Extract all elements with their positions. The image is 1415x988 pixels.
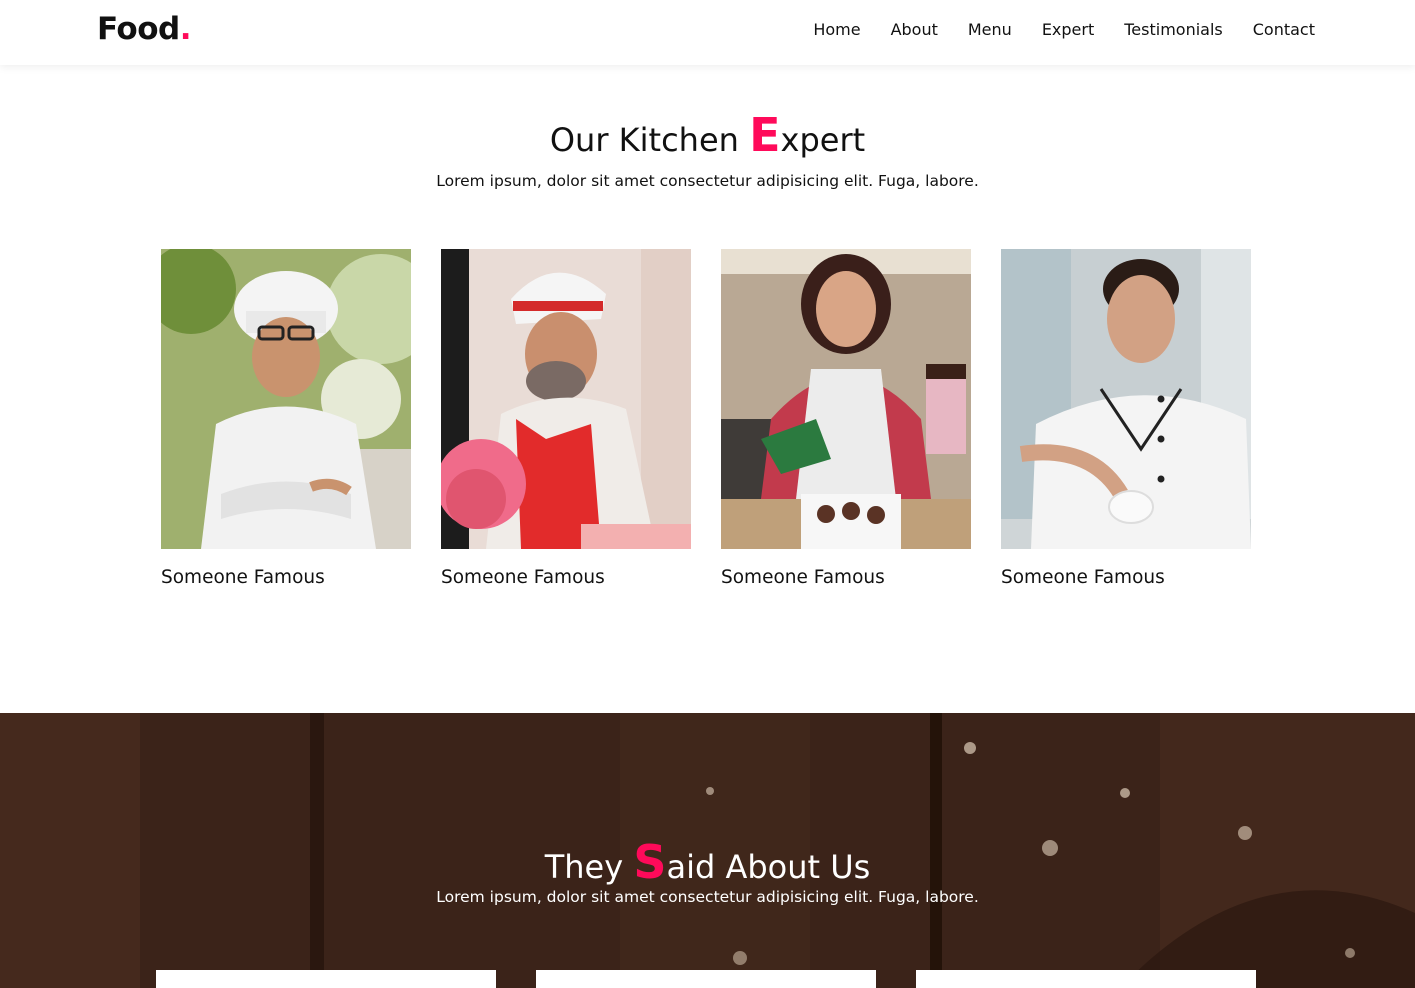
nav-link-menu[interactable]: Menu xyxy=(968,20,1012,39)
navbar: Food. Home About Menu Expert Testimonial… xyxy=(0,0,1415,65)
testimonial-card xyxy=(156,970,496,988)
expert-subtitle: Lorem ipsum, dolor sit amet consectetur … xyxy=(436,172,979,190)
chef-name: Someone Famous xyxy=(161,567,325,588)
chef-card[interactable]: Someone Famous xyxy=(1001,249,1251,588)
chef-card[interactable]: Someone Famous xyxy=(441,249,691,588)
chef-name: Someone Famous xyxy=(441,567,605,588)
nav-link-contact[interactable]: Contact xyxy=(1253,20,1315,39)
testimonials-section: They Said About Us Lorem ipsum, dolor si… xyxy=(0,713,1415,988)
testimonial-card xyxy=(916,970,1256,988)
testimonials-subtitle: Lorem ipsum, dolor sit amet consectetur … xyxy=(436,888,979,906)
testimonial-card xyxy=(536,970,876,988)
chef-photo xyxy=(1001,249,1251,549)
chef-cards: Someone Famous Someone Famous Someone Fa… xyxy=(161,249,1251,588)
nav-link-home[interactable]: Home xyxy=(813,20,860,39)
nav-link-testimonials[interactable]: Testimonials xyxy=(1124,20,1223,39)
chef-card[interactable]: Someone Famous xyxy=(721,249,971,588)
chef-photo xyxy=(721,249,971,549)
nav-link-expert[interactable]: Expert xyxy=(1042,20,1094,39)
nav-link-about[interactable]: About xyxy=(891,20,938,39)
chef-name: Someone Famous xyxy=(1001,567,1165,588)
chef-name: Someone Famous xyxy=(721,567,885,588)
chef-photo xyxy=(441,249,691,549)
testimonials-heading: They Said About Us xyxy=(544,835,871,889)
expert-heading: Our Kitchen Expert xyxy=(549,108,866,162)
nav-menu: Home About Menu Expert Testimonials Cont… xyxy=(813,20,1315,39)
chef-photo xyxy=(161,249,411,549)
chef-card[interactable]: Someone Famous xyxy=(161,249,411,588)
brand-logo[interactable]: Food. xyxy=(97,11,192,47)
